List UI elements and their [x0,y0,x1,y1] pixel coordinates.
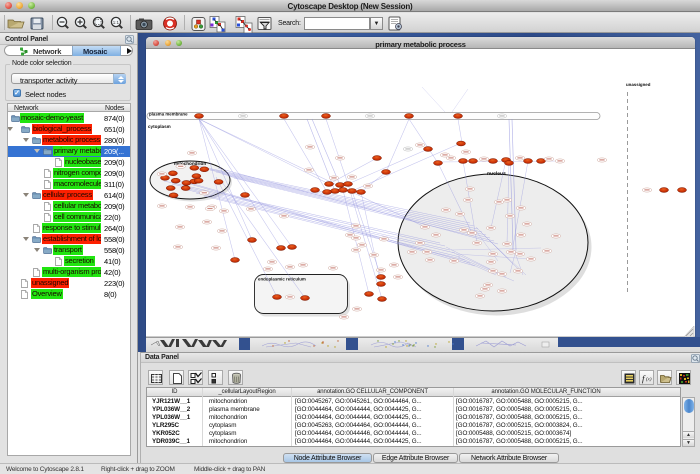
svg-text:1:1: 1:1 [113,20,120,25]
svg-text:unassigned: unassigned [626,82,651,87]
svg-text:endoplasmic reticulum: endoplasmic reticulum [258,277,306,282]
svg-text:cytoplasm: cytoplasm [148,124,171,129]
svg-text:(x): (x) [646,376,652,382]
svg-text:plasma membrane: plasma membrane [149,112,188,117]
